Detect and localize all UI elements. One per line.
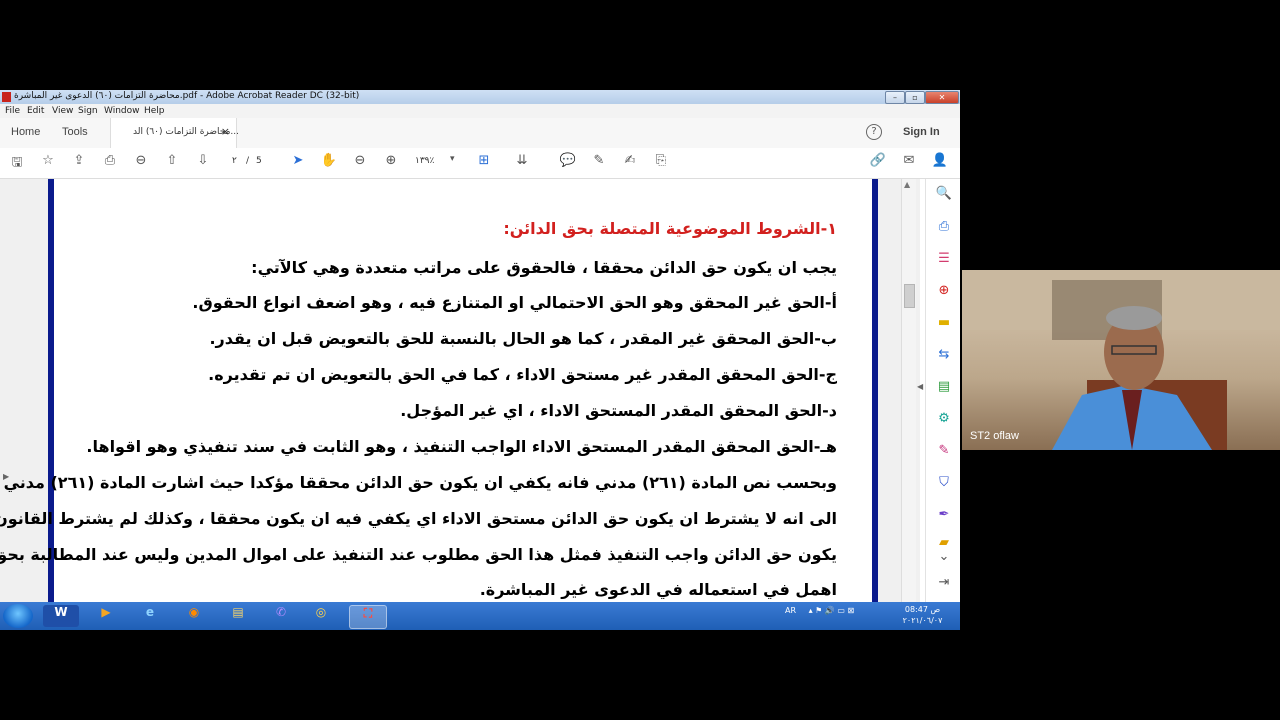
viber-icon[interactable]: ✆ (263, 605, 299, 627)
menu-file[interactable]: File (5, 106, 20, 116)
edit-pdf-icon[interactable]: ▤ (934, 379, 954, 399)
bookmark-star-icon[interactable]: ☆ (38, 153, 58, 173)
previous-page-icon[interactable]: ⇧ (162, 153, 182, 173)
text-line: يكون حق الدائن واجب التنفيذ فمثل هذا الح… (0, 545, 837, 564)
window-title: محاضرة التزامات (٦٠) الدعوى غير المباشرة… (14, 91, 360, 101)
sign-in-button[interactable]: Sign In (903, 126, 940, 138)
print-icon[interactable]: ⎙ (100, 153, 120, 173)
next-page-icon[interactable]: ⇩ (193, 153, 213, 173)
toolbar: 🖫 ☆ ⇪ ⎙ ⊖ ⇧ ⇩ ٢ / 5 ➤ ✋ ⊖ ⊕ ١٣٩٪ ▾ ⊞ ⇊ 💬… (0, 148, 960, 179)
export-pdf-icon[interactable]: ⎙ (934, 219, 954, 239)
comment-tool-icon[interactable]: ▬ (934, 315, 954, 335)
organize-pages-icon[interactable]: ☰ (934, 251, 954, 271)
close-tab-button[interactable]: × (221, 125, 230, 138)
text-line: د-الحق المحقق المقدر المستحق الاداء ، اي… (400, 401, 837, 420)
scroll-thumb[interactable] (904, 284, 915, 308)
highlight-pen-icon[interactable]: ✎ (589, 153, 609, 173)
vertical-scrollbar[interactable]: ▲ (901, 179, 916, 602)
zoom-out-search-icon[interactable]: ⊖ (131, 153, 151, 173)
help-icon[interactable]: ? (866, 124, 882, 140)
page-separator: / (246, 156, 250, 166)
right-tools-pane: 🔍 ⎙ ☰ ⊕ ▬ ⇆ ▤ ⚙ ✎ ⛉ ✒ ▰ ⌄ ⇥ (925, 179, 960, 602)
file-explorer-icon[interactable]: ▤ (220, 605, 256, 627)
email-icon[interactable]: ✉ (899, 153, 919, 173)
menu-window[interactable]: Window (104, 106, 140, 116)
title-bar: محاضرة التزامات (٦٠) الدعوى غير المباشرة… (0, 90, 960, 104)
menu-help[interactable]: Help (144, 106, 165, 116)
page-current: ٢ (232, 156, 237, 166)
tab-bar: Home Tools محاضرة التزامات (٦٠) الد... ×… (0, 118, 960, 149)
acrobat-window: محاضرة التزامات (٦٠) الدعوى غير المباشرة… (0, 90, 960, 630)
text-line: اهمل في استعماله في الدعوى غير المباشرة. (479, 580, 837, 599)
stamp-icon[interactable]: ⎘ (651, 153, 671, 173)
menu-view[interactable]: View (52, 106, 73, 116)
sign-pen-icon[interactable]: ✒ (934, 507, 954, 527)
close-window-button[interactable]: ✕ (925, 91, 959, 104)
comment-icon[interactable]: 💬 (558, 153, 578, 173)
internet-explorer-icon[interactable]: e (132, 605, 168, 627)
firefox-icon[interactable]: ◉ (176, 605, 212, 627)
zoom-dropdown-icon[interactable]: ▾ (450, 154, 455, 164)
webcam-video: ST2 oflaw (962, 270, 1280, 450)
start-button[interactable] (3, 604, 33, 628)
chevron-down-icon[interactable]: ⌄ (934, 549, 954, 569)
upload-icon[interactable]: ⇪ (69, 153, 89, 173)
pdf-page: ١-الشروط الموضوعية المتصلة بحق الدائن: ي… (0, 179, 878, 602)
search-icon[interactable]: 🔍 (934, 186, 954, 206)
maximize-button[interactable]: ▫ (905, 91, 925, 104)
participant-name: ST2 oflaw (970, 430, 1019, 442)
text-line: وبحسب نص المادة (٢٦١) مدني فانه يكفي ان … (3, 473, 837, 492)
clock[interactable]: 08:47 ص ٢٠٢١/٠٦/٠٧ (900, 604, 945, 626)
system-tray: AR ▴ ⚑ 🔊 ▭ ⊠ (785, 606, 854, 615)
collapse-pane-icon[interactable]: ⇥ (934, 575, 954, 595)
text-line: أ-الحق غير المحقق وهو الحق الاحتمالي او … (192, 293, 837, 312)
page-total: 5 (256, 156, 262, 166)
text-line: هـ-الحق المحقق المقدر المستحق الاداء الو… (86, 437, 837, 456)
clock-date: ٢٠٢١/٠٦/٠٧ (902, 616, 943, 625)
scroll-up-icon[interactable]: ▲ (904, 180, 910, 189)
right-pane-toggle-icon[interactable]: ◀ (917, 382, 923, 391)
zoom-level[interactable]: ١٣٩٪ (415, 156, 434, 166)
word-app-icon[interactable]: W (43, 605, 79, 627)
draw-icon[interactable]: ✍ (620, 153, 640, 173)
menu-bar: File Edit View Sign Window Help (0, 104, 960, 118)
fill-sign-icon[interactable]: ✎ (934, 443, 954, 463)
combine-files-icon[interactable]: ⇆ (934, 347, 954, 367)
scan-icon[interactable]: ⚙ (934, 411, 954, 431)
media-player-icon[interactable]: ▶ (88, 605, 124, 627)
zoom-in-icon[interactable]: ⊕ (381, 153, 401, 173)
tab-tools[interactable]: Tools (62, 126, 88, 138)
minimize-button[interactable]: – (885, 91, 905, 104)
text-line: الى انه لا يشترط ان يكون حق الدائن مستحق… (0, 509, 837, 528)
tray-icons[interactable]: ▴ ⚑ 🔊 ▭ ⊠ (809, 606, 855, 615)
text-line: ب-الحق المحقق غير المقدر ، كما هو الحال … (209, 329, 837, 348)
chrome-icon[interactable]: ◎ (303, 605, 339, 627)
clock-time: 08:47 ص (904, 605, 941, 614)
windows-taskbar: W ▶ e ◉ ▤ ✆ ◎ ⛶ AR ▴ ⚑ 🔊 ▭ ⊠ 08:47 ص ٢٠٢… (0, 602, 960, 630)
acrobat-taskbar-icon[interactable]: ⛶ (349, 605, 387, 629)
link-icon[interactable]: 🔗 (868, 153, 888, 173)
text-line: ج-الحق المحقق المقدر غير مستحق الاداء ، … (208, 365, 837, 384)
fit-page-icon[interactable]: ⊞ (474, 153, 494, 173)
menu-sign[interactable]: Sign (78, 106, 98, 116)
menu-edit[interactable]: Edit (27, 106, 44, 116)
create-pdf-icon[interactable]: ⊕ (934, 283, 954, 303)
share-user-icon[interactable]: 👤 (930, 153, 950, 173)
text-line: يجب ان يكون حق الدائن محققا ، فالحقوق عل… (251, 258, 837, 277)
scroll-mode-icon[interactable]: ⇊ (512, 153, 532, 173)
select-cursor-icon[interactable]: ➤ (288, 153, 308, 173)
save-icon[interactable]: 🖫 (7, 153, 27, 173)
zoom-out-icon[interactable]: ⊖ (350, 153, 370, 173)
section-heading: ١-الشروط الموضوعية المتصلة بحق الدائن: (503, 219, 837, 238)
protect-icon[interactable]: ⛉ (934, 475, 954, 495)
tab-home[interactable]: Home (11, 126, 40, 138)
hand-tool-icon[interactable]: ✋ (319, 153, 339, 173)
document-area: ▶ ١-الشروط الموضوعية المتصلة بحق الدائن:… (0, 179, 920, 602)
webcam-person-image (962, 270, 1280, 450)
tab-document[interactable]: محاضرة التزامات (٦٠) الد... × (110, 118, 239, 148)
acrobat-icon (2, 92, 11, 102)
language-indicator[interactable]: AR (785, 606, 796, 615)
page-number-field[interactable]: ٢ / 5 (226, 153, 268, 171)
